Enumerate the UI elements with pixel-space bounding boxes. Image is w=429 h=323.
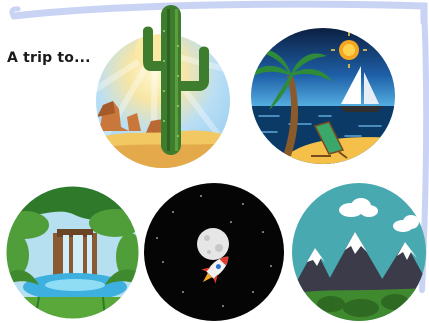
page-title: A trip to... (7, 50, 91, 66)
space-moon-rocket-icon (144, 183, 284, 321)
destination-beach[interactable] (249, 26, 397, 166)
destination-mountains[interactable] (291, 182, 427, 322)
beach-palm-sailboat-icon (251, 28, 395, 164)
destination-space[interactable] (143, 182, 285, 322)
jungle-waterfall-icon (6, 186, 139, 319)
destination-jungle[interactable] (5, 185, 140, 320)
activity-canvas: A trip to... (0, 0, 429, 323)
desert-cactus-icon (96, 5, 230, 168)
destination-desert[interactable] (93, 5, 233, 171)
snowy-mountains-icon (292, 183, 426, 321)
